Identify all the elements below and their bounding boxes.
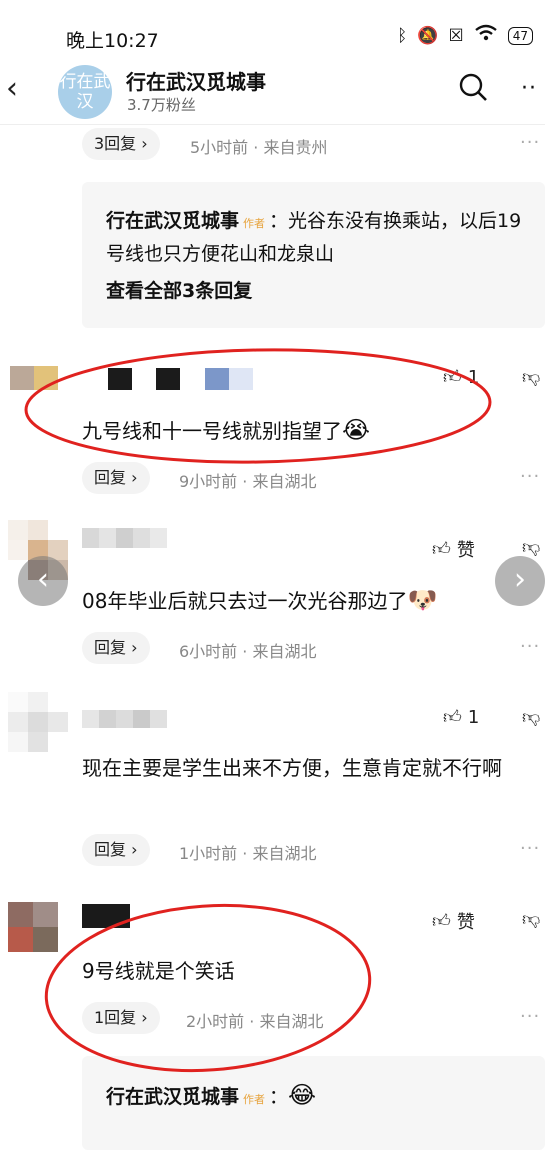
annotation-ellipse — [44, 903, 372, 1073]
red-annotation-circles — [24, 348, 492, 1073]
annotation-ellipse — [24, 348, 492, 464]
